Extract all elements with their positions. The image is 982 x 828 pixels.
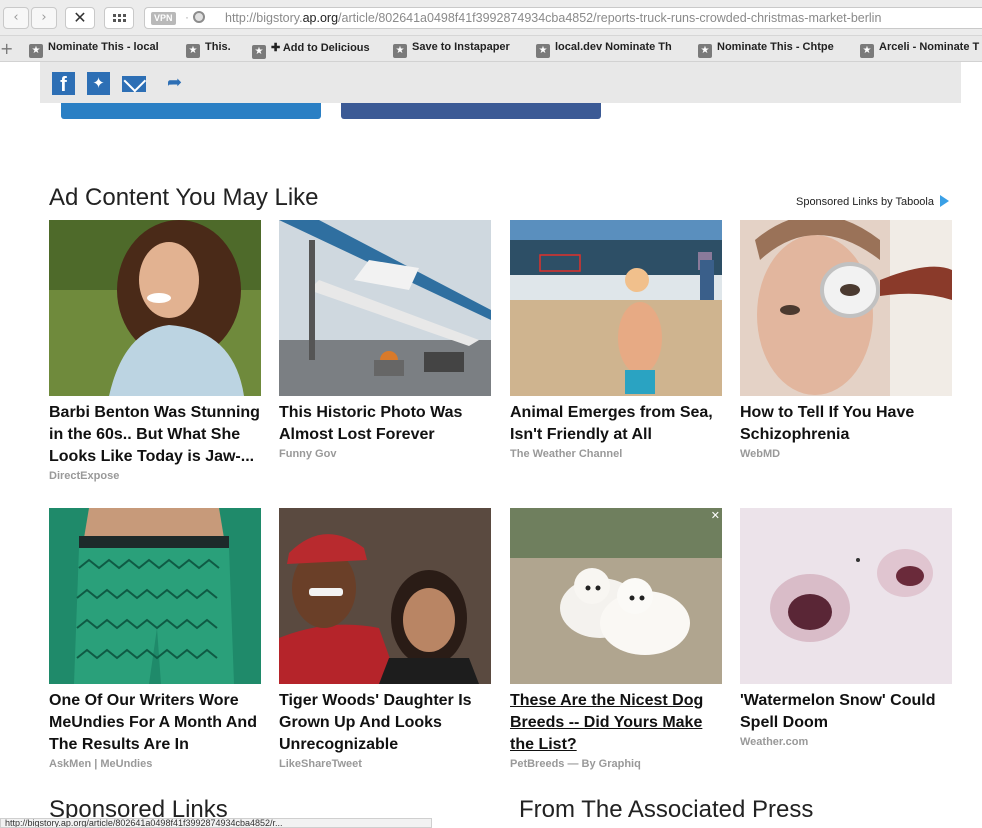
ad-source: The Weather Channel <box>510 448 623 460</box>
ad-card[interactable]: Animal Emerges from Sea, Isn't Friendly … <box>510 220 722 460</box>
browser-toolbar: ‹ › ✕ VPN · http://bigstory.ap.org/artic… <box>0 0 982 36</box>
ad-card[interactable]: How to Tell If You Have Schizophrenia We… <box>740 220 952 460</box>
bookmark-icon: ★ <box>29 44 43 58</box>
sponsored-by-link[interactable]: Sponsored Links by Taboola <box>796 195 949 208</box>
bookmark-icon: ★ <box>252 45 266 59</box>
bridge-plane-photo <box>279 220 491 396</box>
dogs-photo <box>510 508 722 684</box>
ad-thumbnail[interactable]: ✕ <box>510 508 722 684</box>
bookmark-item[interactable]: ★ Save to Instapaper <box>393 41 510 58</box>
url-separator: · <box>185 10 189 24</box>
ad-thumbnail[interactable] <box>279 508 491 684</box>
ad-thumbnail[interactable] <box>279 220 491 396</box>
bookmark-item[interactable]: ★ local.dev Nominate Th <box>536 41 672 58</box>
section-title: Ad Content You May Like <box>49 184 319 211</box>
ad-source: Weather.com <box>740 736 809 748</box>
ad-title[interactable]: Barbi Benton Was Stunning in the 60s.. B… <box>49 402 261 468</box>
share-icon[interactable]: ➦ <box>167 74 189 94</box>
ad-title[interactable]: One Of Our Writers Wore MeUndies For A M… <box>49 690 261 756</box>
facebook-icon[interactable]: f <box>52 72 75 96</box>
ad-thumbnail[interactable] <box>510 220 722 396</box>
bookmark-icon: ★ <box>698 44 712 58</box>
speed-dial-button[interactable] <box>104 7 134 29</box>
ad-title[interactable]: This Historic Photo Was Almost Lost Fore… <box>279 402 491 446</box>
ad-card[interactable]: One Of Our Writers Wore MeUndies For A M… <box>49 508 261 770</box>
eye-exam-photo <box>740 220 952 396</box>
ad-card[interactable]: 'Watermelon Snow' Could Spell Doom Weath… <box>740 508 952 748</box>
bookmark-item[interactable]: ★ Nominate This - local <box>29 41 159 58</box>
url-prefix: http://bigstory. <box>225 11 303 25</box>
ad-title[interactable]: Animal Emerges from Sea, Isn't Friendly … <box>510 402 722 446</box>
address-bar[interactable]: VPN · http://bigstory.ap.org/article/802… <box>144 7 982 29</box>
close-icon[interactable]: ✕ <box>711 510 720 521</box>
ad-source: Funny Gov <box>279 448 337 460</box>
bookmark-item[interactable]: ★ ✚ Add to Delicious <box>252 41 370 59</box>
ad-card[interactable]: ✕ These Are the Nicest Dog Breeds -- Did… <box>510 508 722 770</box>
ad-thumbnail[interactable] <box>740 220 952 396</box>
back-button[interactable]: ‹ <box>3 7 29 29</box>
globe-icon[interactable] <box>193 11 205 23</box>
email-icon[interactable] <box>122 76 146 92</box>
bookmark-label: local.dev Nominate Th <box>555 41 672 53</box>
sponsored-label: Sponsored Links by Taboola <box>795 196 934 208</box>
add-bookmark-icon[interactable]: + <box>0 39 13 58</box>
ad-title[interactable]: 'Watermelon Snow' Could Spell Doom <box>740 690 952 734</box>
bookmark-label: Nominate This - local <box>48 41 159 53</box>
stop-button[interactable]: ✕ <box>65 7 95 29</box>
url-path: /article/802641a0498f41f3992874934cba485… <box>338 11 882 25</box>
ad-title[interactable]: These Are the Nicest Dog Breeds -- Did Y… <box>510 690 722 756</box>
vpn-badge[interactable]: VPN <box>151 12 176 25</box>
forward-button[interactable]: › <box>31 7 57 29</box>
beach-photo <box>510 220 722 396</box>
bookmarks-bar: + ★ Nominate This - local ★ This. ★ ✚ Add t… <box>0 36 982 62</box>
ad-card[interactable]: This Historic Photo Was Almost Lost Fore… <box>279 220 491 460</box>
ad-source: DirectExpose <box>49 470 120 482</box>
bookmark-icon: ★ <box>860 44 874 58</box>
bookmark-label: Arceli - Nominate T <box>879 41 980 53</box>
status-bar: http://bigstory.ap.org/article/802641a04… <box>0 818 432 828</box>
bookmark-item[interactable]: ★ Nominate This - Chtpe <box>698 41 834 58</box>
ad-title[interactable]: Tiger Woods' Daughter Is Grown Up And Lo… <box>279 690 491 756</box>
bookmark-icon: ★ <box>186 44 200 58</box>
watermelon-snow-photo <box>740 508 952 684</box>
ad-thumbnail[interactable] <box>740 508 952 684</box>
ad-thumbnail[interactable] <box>49 220 261 396</box>
tiger-woods-photo <box>279 508 491 684</box>
underwear-photo <box>49 508 261 684</box>
bookmark-item[interactable]: ★ This. <box>186 41 231 58</box>
taboola-icon <box>940 195 949 207</box>
ad-thumbnail[interactable] <box>49 508 261 684</box>
ad-source: LikeShareTweet <box>279 758 362 770</box>
bookmark-item[interactable]: ★ Arceli - Nominate T <box>860 41 979 58</box>
share-button-secondary[interactable] <box>341 103 601 119</box>
from-ap-heading: From The Associated Press <box>519 796 814 823</box>
ad-card[interactable]: Tiger Woods' Daughter Is Grown Up And Lo… <box>279 508 491 770</box>
ad-title[interactable]: How to Tell If You Have Schizophrenia <box>740 402 952 446</box>
ad-source: PetBreeds — By Graphiq <box>510 758 641 770</box>
share-button-primary[interactable] <box>61 103 321 119</box>
bookmark-label: ✚ Add to Delicious <box>271 42 370 54</box>
bookmark-icon: ★ <box>393 44 407 58</box>
url-text[interactable]: http://bigstory.ap.org/article/802641a04… <box>225 11 881 25</box>
bookmark-label: Save to Instapaper <box>412 41 510 53</box>
bookmark-label: This. <box>205 41 231 53</box>
bookmark-icon: ★ <box>536 44 550 58</box>
bookmark-label: Nominate This - Chtpe <box>717 41 834 53</box>
url-domain: ap.org <box>302 11 339 25</box>
share-bar: f ✦ ➦ <box>40 62 961 103</box>
ad-card[interactable]: Barbi Benton Was Stunning in the 60s.. B… <box>49 220 261 482</box>
twitter-icon[interactable]: ✦ <box>87 72 110 95</box>
ad-source: WebMD <box>740 448 781 460</box>
woman-photo <box>49 220 261 396</box>
ad-source: AskMen | MeUndies <box>49 758 153 770</box>
